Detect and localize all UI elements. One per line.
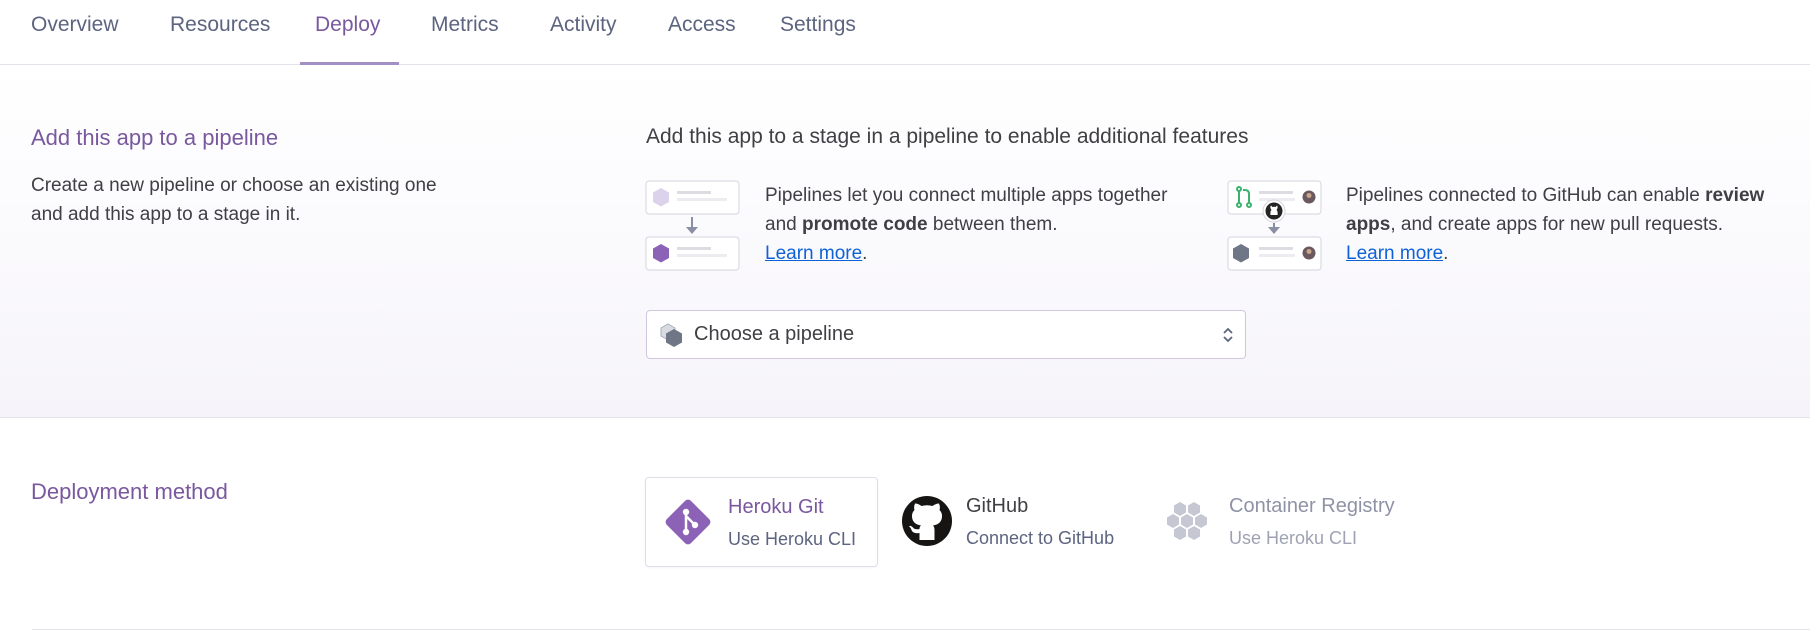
tab-metrics[interactable]: Metrics <box>431 13 499 37</box>
deploy-option-github[interactable]: GitHub Connect to GitHub <box>900 477 1140 567</box>
chevron-up-down-icon <box>1223 327 1233 343</box>
feature-promote-bold: promote code <box>801 214 928 235</box>
container-registry-subtitle: Use Heroku CLI <box>1229 528 1358 548</box>
pipeline-section: Add this app to a pipeline Create a new … <box>0 65 1810 418</box>
nav-tabs: Overview Resources Deploy Metrics Activi… <box>0 0 1810 65</box>
choose-pipeline-select[interactable]: Choose a pipeline <box>646 310 1246 359</box>
pipeline-promote-illustration <box>645 180 740 271</box>
heroku-git-subtitle: Use Heroku CLI <box>728 529 857 549</box>
section-divider <box>32 629 1810 630</box>
github-subtitle: Connect to GitHub <box>966 528 1115 548</box>
learn-more-promote-link[interactable]: Learn more <box>765 243 862 264</box>
github-icon <box>902 496 952 546</box>
choose-pipeline-placeholder: Choose a pipeline <box>694 323 855 345</box>
pipeline-section-description: Create a new pipeline or choose an exist… <box>31 175 437 225</box>
deploy-option-heroku-git[interactable]: Heroku Git Use Heroku CLI <box>645 477 878 567</box>
github-title: GitHub <box>966 495 1029 517</box>
tab-overview[interactable]: Overview <box>31 13 119 37</box>
feature-promote-text-end: between them. <box>927 214 1058 235</box>
feature-github-period: . <box>1443 243 1449 264</box>
tab-activity[interactable]: Activity <box>550 13 617 37</box>
pipeline-section-title: Add this app to a pipeline <box>31 125 279 150</box>
heroku-git-icon <box>665 499 711 545</box>
pipeline-feature-github: Pipelines connected to GitHub can enable… <box>1346 181 1806 268</box>
tab-settings[interactable]: Settings <box>780 13 856 37</box>
deployment-method-title: Deployment method <box>31 479 228 504</box>
tab-deploy[interactable]: Deploy <box>315 13 380 37</box>
tab-resources[interactable]: Resources <box>170 13 270 37</box>
feature-github-text: Pipelines connected to GitHub can enable <box>1346 185 1706 206</box>
deploy-option-container-registry[interactable]: Container Registry Use Heroku CLI <box>1166 477 1426 567</box>
pipeline-stack-icon <box>660 323 682 347</box>
container-registry-title: Container Registry <box>1229 495 1395 517</box>
tab-access[interactable]: Access <box>668 13 736 37</box>
pipeline-feature-promote: Pipelines let you connect multiple apps … <box>765 181 1185 268</box>
feature-github-text-end: , and create apps for new pull requests. <box>1390 214 1724 235</box>
learn-more-github-link[interactable]: Learn more <box>1346 243 1443 264</box>
feature-promote-period: . <box>862 243 868 264</box>
pipeline-github-illustration <box>1227 180 1322 271</box>
heroku-git-title: Heroku Git <box>728 496 824 518</box>
pipeline-headline: Add this app to a stage in a pipeline to… <box>646 125 1249 148</box>
container-registry-icon <box>1167 502 1207 540</box>
